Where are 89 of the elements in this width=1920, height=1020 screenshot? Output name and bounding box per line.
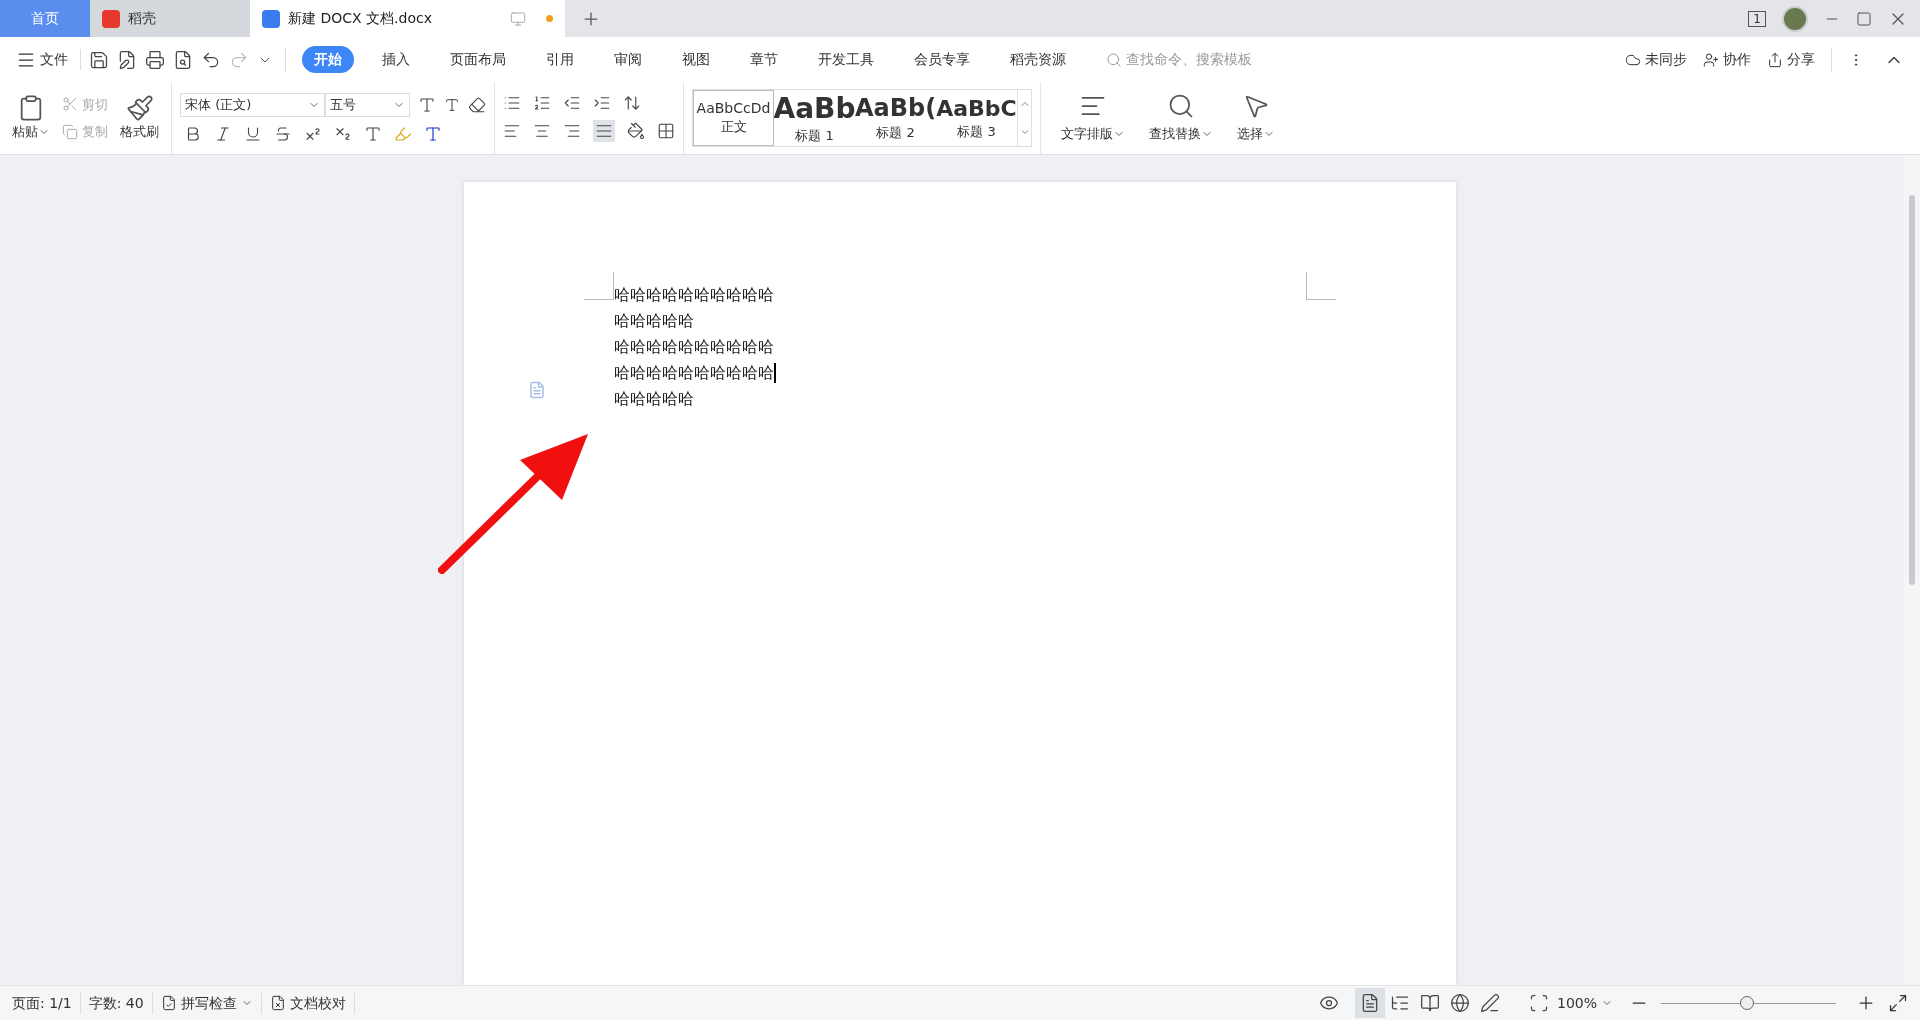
document-text-line: 哈哈哈哈哈哈哈哈哈哈 [614,362,774,384]
fullscreen-icon[interactable] [1888,993,1908,1013]
zoom-slider-thumb[interactable] [1739,996,1754,1010]
format-painter-button[interactable]: 格式刷 [116,94,163,142]
file-menu[interactable]: 文件 [16,49,81,70]
proofread-button[interactable]: 文档校对 [261,992,355,1014]
spell-check-button[interactable]: 拼写检查 [152,992,262,1014]
copy-icon [62,123,78,140]
increase-indent-icon[interactable] [593,94,611,112]
word-count: 字数: 40 [80,992,153,1014]
sync-button[interactable]: 未同步 [1625,49,1687,70]
ribbon-tab[interactable]: 章节 [738,46,790,73]
justify-icon[interactable] [593,120,615,142]
ribbon-tab[interactable]: 稻壳资源 [998,46,1078,73]
style-preset[interactable]: AaBbCcDd 正文 [693,90,774,146]
font-size-dropdown[interactable]: 五号 [325,93,410,117]
font-color-icon[interactable] [424,125,442,143]
style-preset[interactable]: AaBbC 标题 3 [936,90,1017,146]
tab-title: 稻壳 [128,9,156,28]
style-preset[interactable]: AaBb( 标题 2 [855,90,936,146]
numbered-list-icon[interactable] [533,94,551,112]
shading-icon[interactable] [627,122,645,140]
document-text-line: 哈哈哈哈哈哈哈哈哈哈 [614,284,774,306]
underline-icon[interactable] [244,125,262,143]
find-button[interactable]: 查找替换 [1137,92,1225,144]
ribbon-tab[interactable]: 引用 [534,46,586,73]
font-dropdown[interactable]: 宋体 (正文) [180,93,325,117]
align-right-icon[interactable] [563,122,581,140]
clear-format-icon[interactable] [468,96,486,114]
share-button[interactable]: 分享 [1767,49,1815,70]
zoom-slider[interactable] [1661,995,1836,1011]
ribbon-tab[interactable]: 会员专享 [902,46,982,73]
window-count-badge[interactable]: 1 [1748,10,1766,27]
share-icon [1767,51,1783,68]
paragraph-handle-icon[interactable] [528,381,546,399]
document-text-line: 哈哈哈哈哈 [614,388,694,410]
document-text-line: 哈哈哈哈哈哈哈哈哈哈 [614,336,774,358]
save-icon[interactable] [89,49,109,70]
text-effect-icon[interactable] [364,125,382,143]
decrease-indent-icon[interactable] [563,94,581,112]
vertical-scrollbar[interactable] [1904,155,1920,985]
tab-title: 新建 DOCX 文档.docx [288,9,433,28]
export-icon[interactable] [117,49,137,70]
ribbon-tab[interactable]: 开始 [302,46,354,73]
search-icon [1106,51,1122,68]
brush-icon [125,94,154,123]
print-preview-icon[interactable] [173,49,193,70]
style-preset[interactable]: AaBb 标题 1 [774,90,855,146]
ribbon-tab[interactable]: 视图 [670,46,722,73]
bullet-list-icon[interactable] [503,94,521,112]
collab-button[interactable]: 协作 [1703,49,1751,70]
avatar[interactable] [1782,5,1808,32]
check-document-icon [160,995,177,1011]
sort-icon[interactable] [623,94,641,112]
subscript-icon[interactable] [334,125,352,143]
ribbon-tab[interactable]: 开发工具 [806,46,886,73]
globe-icon [1449,993,1470,1013]
app-logo [102,9,120,28]
borders-icon[interactable] [657,122,675,140]
layout-button[interactable]: 文字排版 [1049,92,1137,144]
fit-page-icon[interactable] [1528,993,1549,1013]
ribbon-tab[interactable]: 审阅 [602,46,654,73]
zoom-level[interactable]: 100% [1556,992,1613,1014]
pen-icon [1479,993,1500,1013]
shrink-font-icon[interactable] [444,97,460,113]
ribbon-tab[interactable]: 插入 [370,46,422,73]
margin-corner-mark [1306,272,1336,300]
page-view-button[interactable] [1354,988,1385,1018]
superscript-icon[interactable] [304,125,322,143]
restore-icon[interactable] [1856,10,1872,27]
grow-font-icon[interactable] [418,96,436,114]
page-count: 页面: 1/1 [8,992,81,1014]
select-button[interactable]: 选择 [1225,92,1287,144]
app-tab[interactable]: 稻壳 [90,0,250,37]
document-icon [262,9,280,28]
document-tab[interactable]: 新建 DOCX 文档.docx [250,0,565,37]
cross-document-icon [269,995,286,1011]
strikethrough-icon[interactable] [274,125,292,143]
margin-corner-mark [584,272,614,300]
book-icon [1419,993,1440,1013]
ribbon-tab[interactable]: 页面布局 [438,46,518,73]
align-left-icon[interactable] [503,122,521,140]
italic-icon[interactable] [214,125,232,143]
paste-button[interactable]: 粘贴 [8,94,54,142]
align-center-icon[interactable] [533,122,551,140]
document-text-line: 哈哈哈哈哈 [614,310,694,332]
person-plus-icon [1703,51,1719,68]
scissors-icon [62,96,78,113]
print-icon[interactable] [145,49,165,70]
